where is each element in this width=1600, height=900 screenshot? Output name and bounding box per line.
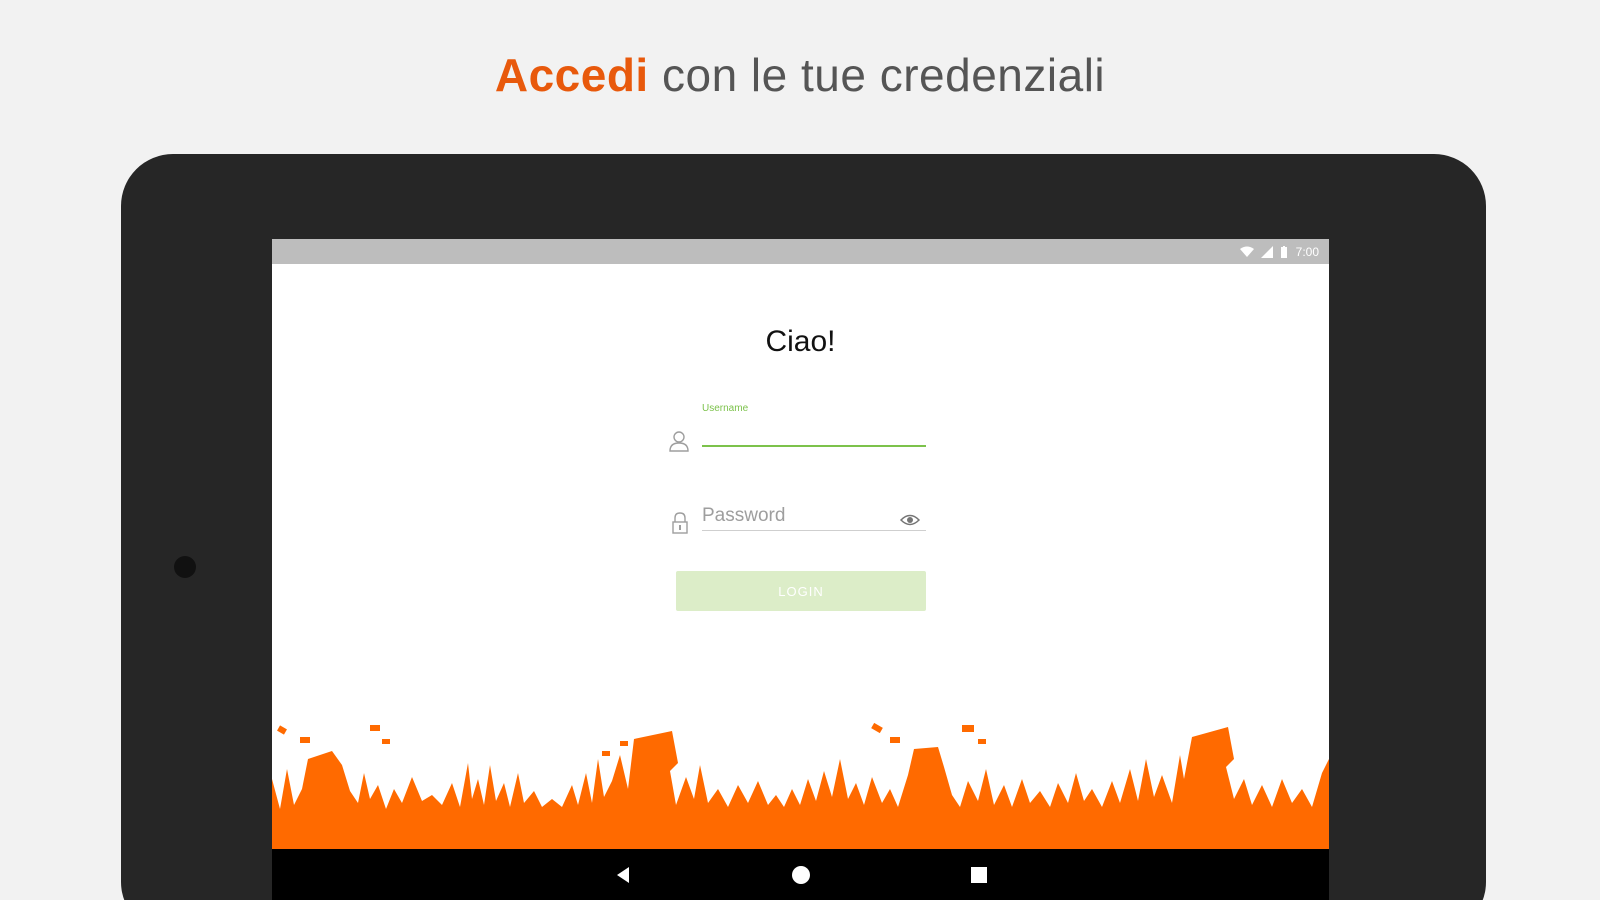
headline-rest: con le tue credenziali — [648, 49, 1106, 101]
back-button[interactable] — [609, 861, 637, 889]
username-label: Username — [702, 403, 749, 414]
tablet-camera — [174, 556, 196, 578]
crowd-illustration — [272, 722, 1329, 849]
headline: Accedi con le tue credenziali — [0, 48, 1600, 102]
app-screen: 7:00 Ciao! Username LOGIN — [272, 239, 1329, 900]
wifi-icon — [1239, 246, 1254, 257]
headline-accent: Accedi — [494, 49, 649, 101]
home-button[interactable] — [787, 861, 815, 889]
back-icon — [616, 866, 629, 883]
password-input[interactable] — [702, 501, 926, 531]
lock-icon — [672, 512, 688, 534]
user-icon — [669, 431, 689, 452]
greeting-title: Ciao! — [765, 325, 836, 358]
recents-button[interactable] — [965, 861, 993, 889]
username-input[interactable] — [702, 417, 926, 447]
home-icon — [791, 865, 810, 884]
battery-icon — [1280, 245, 1287, 258]
show-password-eye-icon[interactable] — [900, 513, 920, 527]
android-nav-bar — [272, 849, 1329, 900]
signal-icon — [1260, 245, 1273, 258]
login-button[interactable]: LOGIN — [676, 571, 926, 611]
status-time: 7:00 — [1295, 244, 1319, 259]
status-bar: 7:00 — [272, 239, 1329, 264]
recents-icon — [970, 866, 987, 883]
